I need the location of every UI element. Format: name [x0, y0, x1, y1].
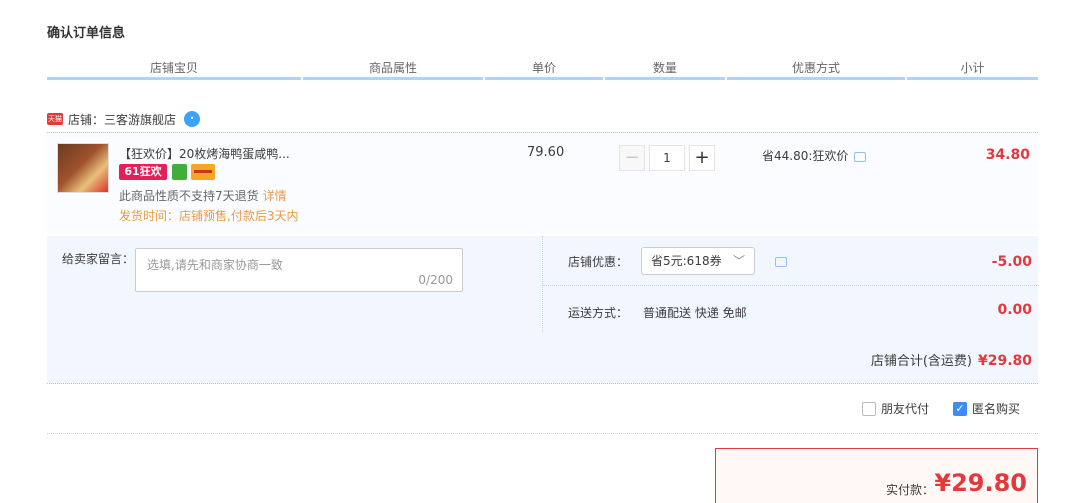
quantity-stepper: − 1 +: [619, 145, 715, 171]
payment-box: 实付款： ¥29.80: [715, 448, 1038, 503]
shipping-method: 普通配送 快递 免邮: [643, 306, 747, 320]
promo-61-badge: 61狂欢: [119, 164, 167, 180]
shop-name[interactable]: 店铺：三客游旗舰店: [68, 111, 176, 128]
divider: [47, 433, 1038, 434]
anonymous-option[interactable]: ✓ 匿名购买: [953, 400, 1020, 417]
product-title[interactable]: 【狂欢价】20枚烤海鸭蛋咸鸭...: [119, 145, 290, 162]
shipping-label: 运送方式：: [568, 306, 629, 320]
col-header-promo: 优惠方式: [727, 60, 905, 80]
qty-input[interactable]: 1: [649, 145, 685, 171]
order-extras: 给卖家留言： 选填,请先和商家协商一致 0/200 店铺优惠： 省5元:618券…: [47, 236, 1039, 384]
qty-increase-button[interactable]: +: [689, 145, 715, 171]
order-item: 【狂欢价】20枚烤海鸭蛋咸鸭... 61狂欢 此商品性质不支持7天退货 详情 发货…: [47, 132, 1038, 234]
chevron-down-icon: ﹀: [732, 254, 745, 268]
qty-decrease-button[interactable]: −: [619, 145, 645, 171]
discount-amount: -5.00: [991, 254, 1032, 270]
friend-pay-option[interactable]: 朋友代付: [862, 400, 929, 417]
item-subtotal: 34.80: [985, 147, 1030, 163]
friend-pay-checkbox[interactable]: [862, 401, 876, 416]
card-badge-icon: [191, 164, 215, 180]
message-count: 0/200: [418, 273, 453, 287]
promo-method: 省44.80:狂欢价: [762, 147, 867, 164]
payment-amount: ¥29.80: [934, 469, 1027, 497]
col-header-subtotal: 小计: [907, 60, 1038, 80]
col-header-attr: 商品属性: [303, 60, 483, 80]
payment-label: 实付款：: [886, 483, 935, 497]
shop-total: 店铺合计(含运费) ¥29.80: [870, 353, 1032, 369]
shop-row: 天猫 店铺：三客游旗舰店 •: [47, 110, 201, 128]
comment-icon[interactable]: [854, 151, 867, 162]
discount-row: 店铺优惠： 省5元:618券 ﹀ -5.00: [543, 236, 1039, 286]
ship-time: 发货时间：店铺预售,付款后3天内: [119, 209, 299, 223]
unit-price: 79.60: [527, 145, 565, 160]
col-header-item: 店铺宝贝: [47, 60, 301, 80]
comment-icon[interactable]: [775, 256, 787, 267]
anonymous-checkbox[interactable]: ✓: [953, 401, 968, 416]
purchase-options: 朋友代付 ✓ 匿名购买: [862, 400, 1020, 417]
product-thumbnail[interactable]: [57, 143, 109, 193]
col-header-qty: 数量: [605, 60, 725, 80]
chat-icon[interactable]: •: [184, 111, 201, 127]
col-header-price: 单价: [485, 60, 603, 80]
message-label: 给卖家留言：: [62, 252, 135, 266]
service-badge-icon: [172, 164, 187, 180]
shop-total-value: ¥29.80: [977, 353, 1032, 369]
message-placeholder: 选填,请先和商家协商一致: [147, 258, 283, 272]
discount-label: 店铺优惠：: [568, 255, 629, 269]
shipping-amount: 0.00: [997, 302, 1032, 318]
no-return-notice: 此商品性质不支持7天退货 详情: [119, 189, 287, 203]
detail-link[interactable]: 详情: [263, 189, 287, 203]
shop-summary: 店铺优惠： 省5元:618券 ﹀ -5.00 运送方式： 普通配送 快递 免邮 …: [542, 236, 1039, 332]
page-title: 确认订单信息: [47, 26, 126, 41]
tmall-icon: 天猫: [47, 113, 63, 125]
discount-select[interactable]: 省5元:618券 ﹀: [641, 247, 755, 275]
table-header: 店铺宝贝 商品属性 单价 数量 优惠方式 小计: [47, 60, 1038, 80]
shipping-row: 运送方式： 普通配送 快递 免邮 0.00: [543, 286, 1039, 332]
message-input[interactable]: 选填,请先和商家协商一致 0/200: [135, 248, 463, 292]
